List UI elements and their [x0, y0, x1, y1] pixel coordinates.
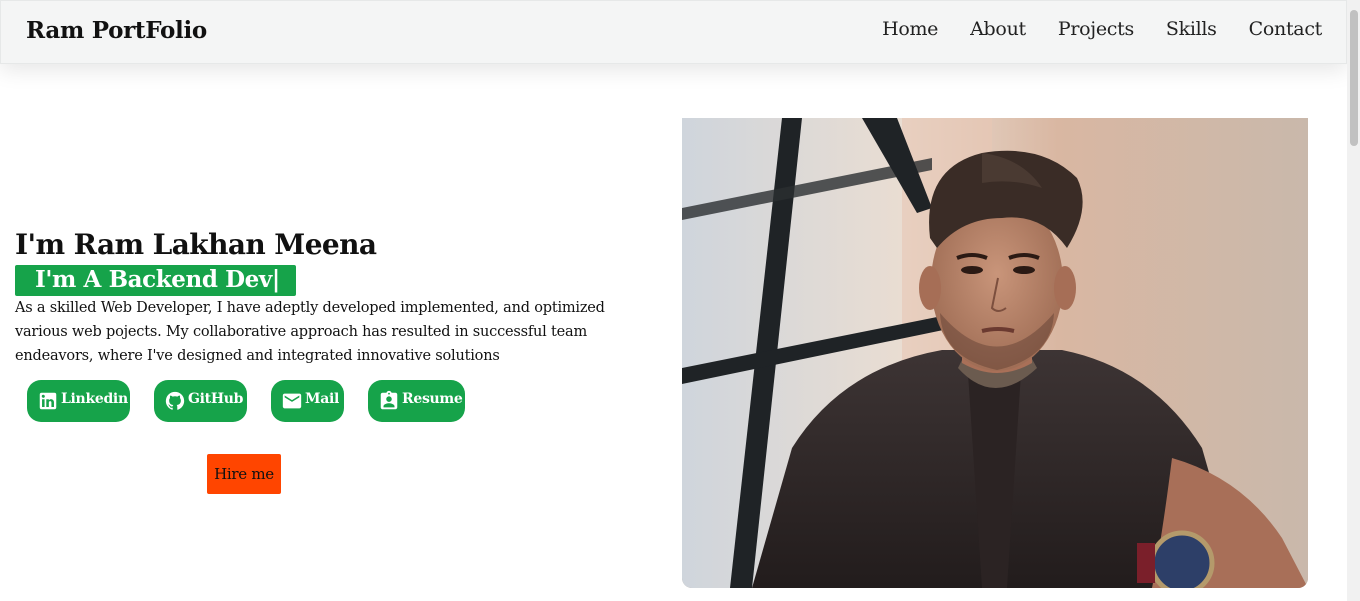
- linkedin-button[interactable]: Linkedin: [27, 380, 130, 422]
- resume-icon: [378, 390, 400, 412]
- page-scrollbar[interactable]: [1347, 0, 1360, 601]
- brand-logo-text[interactable]: Ram PortFolio: [26, 17, 207, 44]
- navbar: Ram PortFolio Home About Projects Skills…: [0, 0, 1347, 64]
- resume-label: Resume: [402, 391, 463, 407]
- bio-paragraph: As a skilled Web Developer, I have adept…: [15, 300, 605, 364]
- nav-link-about[interactable]: About: [970, 18, 1026, 40]
- mail-button[interactable]: Mail: [271, 380, 344, 422]
- github-label: GitHub: [188, 391, 244, 407]
- role-badge: I'm A Backend Dev|: [15, 265, 296, 296]
- hire-me-button[interactable]: Hire me: [207, 454, 281, 494]
- role-typewriter-text: I'm A Backend Dev|: [35, 266, 280, 293]
- nav-link-projects[interactable]: Projects: [1058, 18, 1134, 40]
- linkedin-icon: [37, 390, 59, 412]
- nav-link-home[interactable]: Home: [882, 18, 938, 40]
- github-button[interactable]: GitHub: [154, 380, 247, 422]
- nav-link-contact[interactable]: Contact: [1249, 18, 1323, 40]
- linkedin-label: Linkedin: [61, 391, 128, 407]
- hero-title: I'm Ram Lakhan Meena: [15, 228, 377, 261]
- nav-links: Home About Projects Skills Contact: [882, 18, 1322, 40]
- github-icon: [164, 390, 186, 412]
- mail-icon: [281, 390, 303, 412]
- nav-link-skills[interactable]: Skills: [1166, 18, 1217, 40]
- mail-label: Mail: [305, 391, 340, 407]
- profile-photo: [682, 118, 1308, 588]
- resume-button[interactable]: Resume: [368, 380, 465, 422]
- scrollbar-thumb[interactable]: [1350, 10, 1358, 146]
